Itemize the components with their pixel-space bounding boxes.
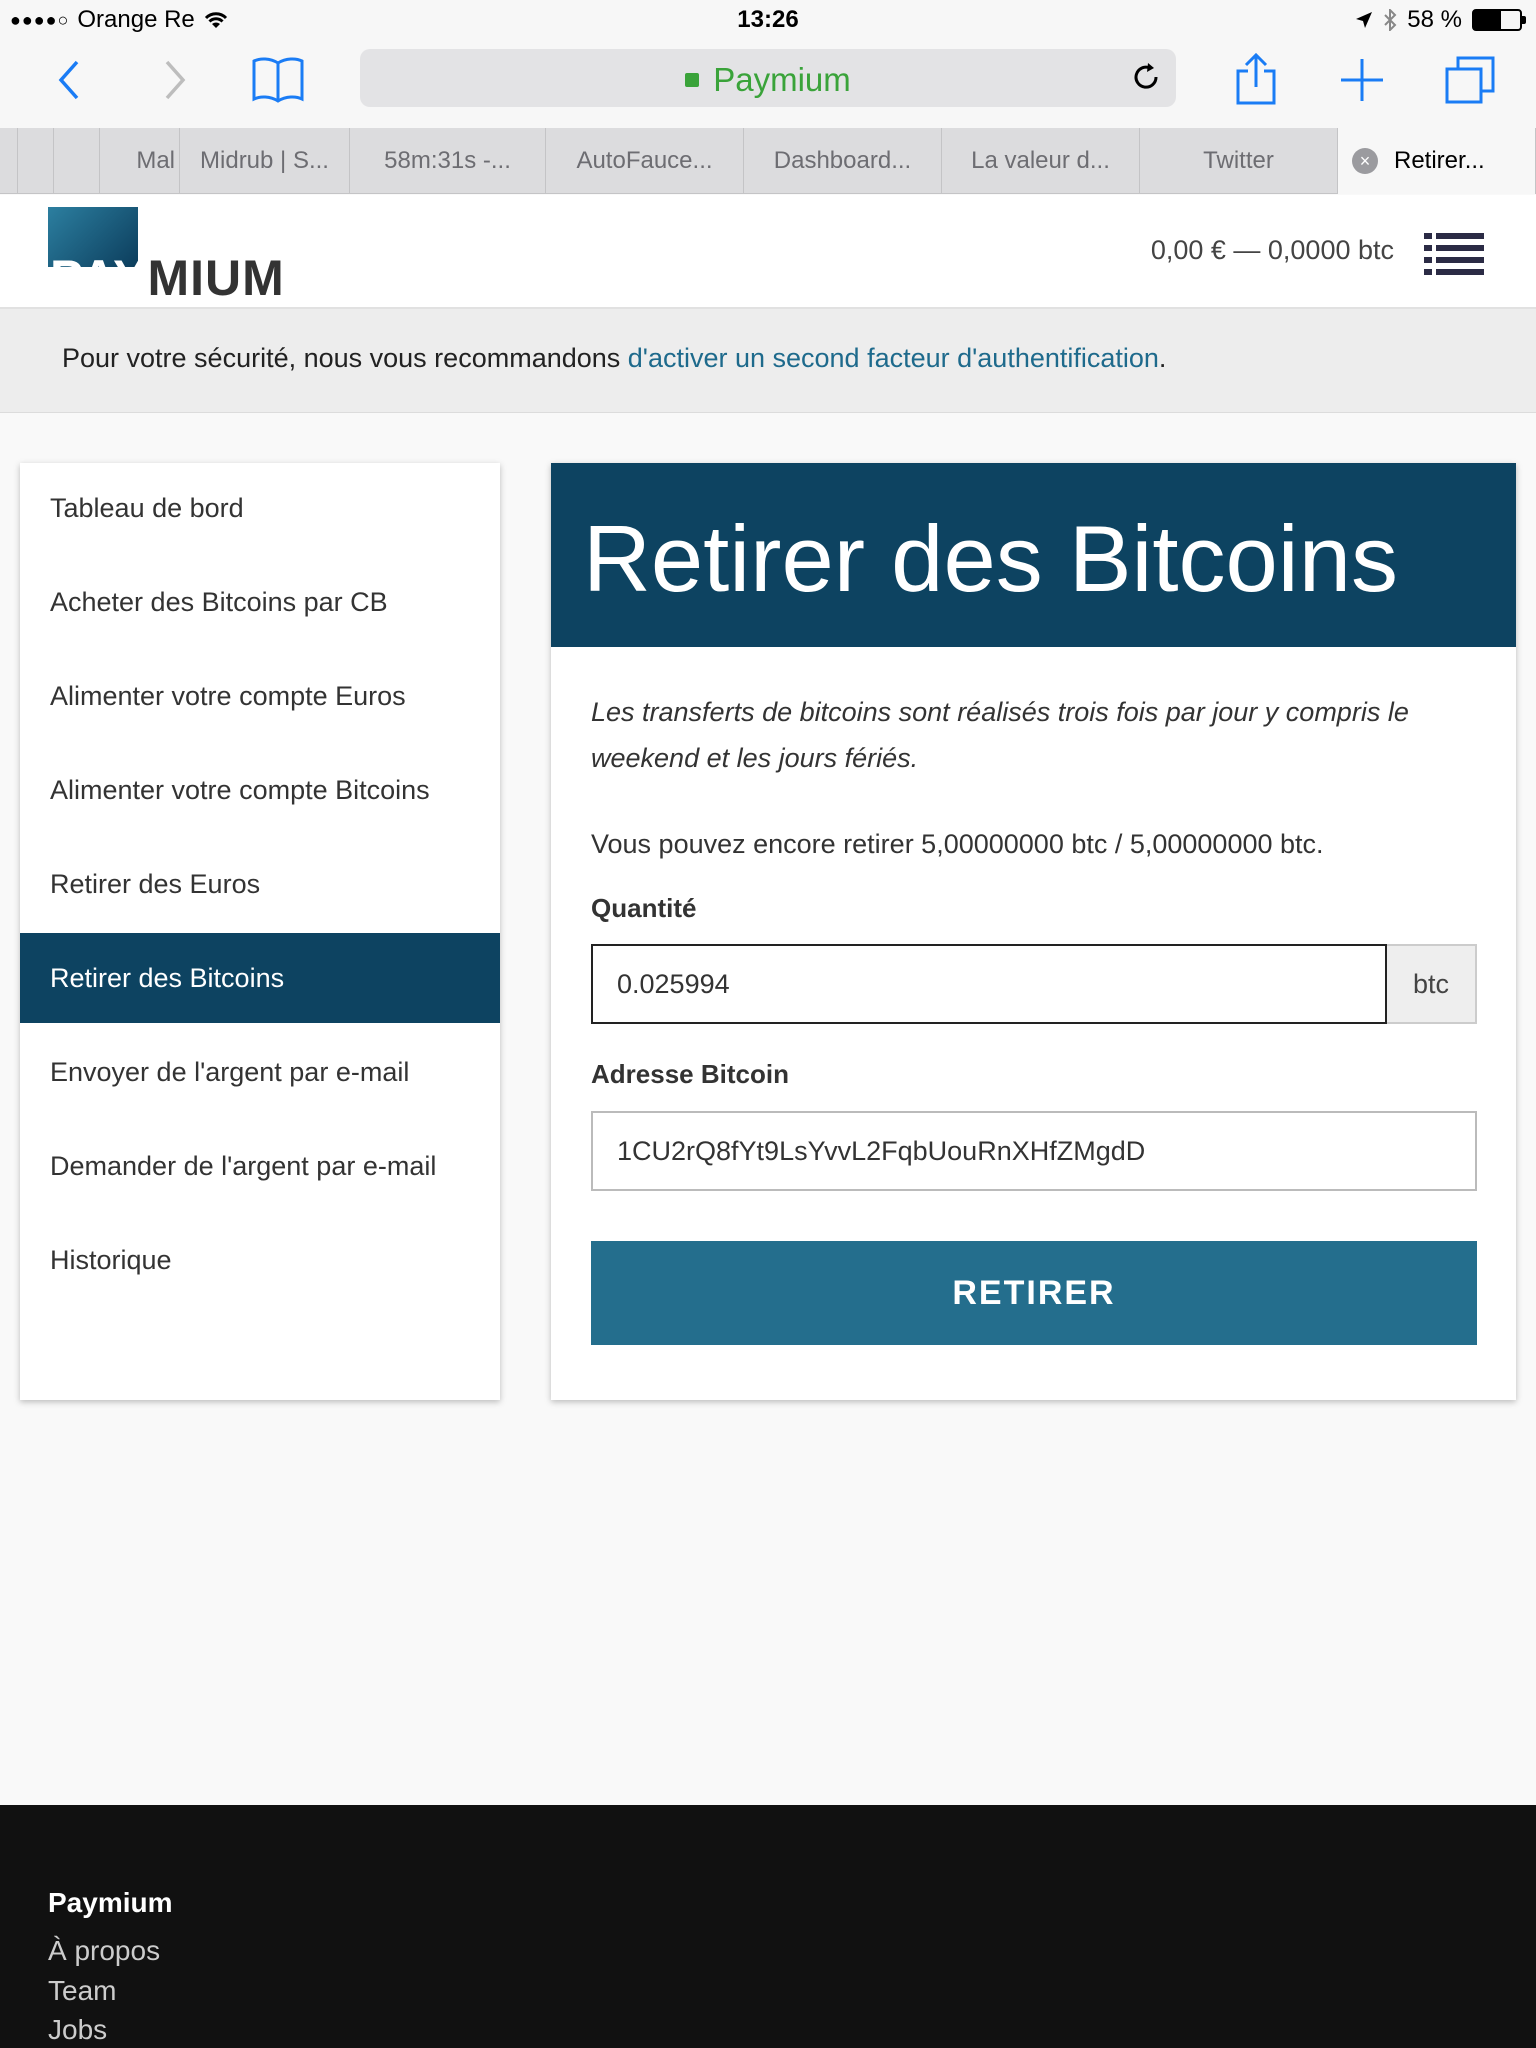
sidebar-item-withdraw-euros[interactable]: Retirer des Euros — [20, 839, 500, 929]
site-header: PAYMIUM 0,00 € — 0,0000 btc — [0, 195, 1536, 309]
status-bar: ●●●●○ Orange Re 13:26 58 % — [0, 0, 1536, 40]
url-display: Paymium — [360, 61, 1176, 99]
tab-label: Retirer... — [1394, 147, 1485, 174]
battery-percent: 58 % — [1407, 6, 1462, 33]
tab-label: Mal — [136, 147, 175, 174]
quantity-label: Quantité — [591, 893, 697, 923]
location-icon — [1356, 12, 1373, 28]
tab-item[interactable] — [18, 128, 54, 194]
tab-label: Dashboard... — [773, 147, 912, 174]
sidebar-nav: Tableau de bord Acheter des Bitcoins par… — [20, 463, 500, 1400]
site-footer: Paymium À propos Team Jobs — [0, 1805, 1536, 2048]
sidebar-item-request-money-email[interactable]: Demander de l'argent par e-mail — [20, 1121, 500, 1211]
sidebar-item-buy-bitcoins-card[interactable]: Acheter des Bitcoins par CB — [20, 557, 500, 647]
enable-2fa-link[interactable]: d'activer un second facteur d'authentifi… — [628, 343, 1159, 373]
quantity-group: 0.025994 btc — [591, 944, 1477, 1024]
tab-item[interactable]: Dashboard... — [744, 128, 942, 194]
sidebar-item-send-money-email[interactable]: Envoyer de l'argent par e-mail — [20, 1027, 500, 1117]
forward-button[interactable] — [144, 50, 204, 110]
lock-icon — [685, 73, 700, 88]
tab-strip: Mal Midrub | S... 58m:31s -... AutoFauce… — [0, 128, 1536, 194]
chevron-left-icon — [58, 60, 79, 100]
bitcoin-address-input[interactable]: 1CU2rQ8fYt9LsYvvL2FqbUouRnXHfZMgdD — [591, 1111, 1477, 1191]
footer-title: Paymium — [48, 1887, 173, 1918]
footer-link-jobs[interactable]: Jobs — [48, 2014, 107, 2046]
tab-label: La valeur d... — [971, 147, 1110, 174]
bookmarks-button[interactable] — [248, 50, 308, 110]
tab-item[interactable] — [0, 128, 18, 194]
close-tab-icon[interactable]: × — [1352, 148, 1378, 174]
account-balance: 0,00 € — 0,0000 btc — [1150, 235, 1394, 265]
tab-item[interactable] — [54, 128, 100, 194]
tabs-overview-button[interactable] — [1440, 50, 1500, 110]
plus-icon — [1341, 59, 1383, 101]
withdraw-card: Retirer des Bitcoins Les transferts de b… — [551, 463, 1516, 1400]
address-label: Adresse Bitcoin — [591, 1059, 789, 1089]
battery-level — [1474, 11, 1501, 29]
clock: 13:26 — [737, 6, 799, 33]
withdraw-button[interactable]: RETIRER — [591, 1241, 1477, 1345]
menu-list-icon[interactable] — [1424, 231, 1484, 279]
back-button[interactable] — [40, 50, 100, 110]
card-header: Retirer des Bitcoins — [551, 463, 1516, 647]
chevron-right-icon — [165, 60, 186, 100]
tab-item[interactable]: AutoFauce... — [546, 128, 744, 194]
tab-label: AutoFauce... — [576, 147, 713, 174]
bluetooth-icon — [1384, 9, 1397, 31]
page-title: Retirer des Bitcoins — [583, 506, 1398, 611]
banner-text: Pour votre sécurité, nous vous recommand… — [62, 343, 1167, 373]
new-tab-button[interactable] — [1332, 50, 1392, 110]
sidebar-item-dashboard[interactable]: Tableau de bord — [20, 463, 500, 553]
tabs-icon — [1445, 56, 1495, 104]
book-icon — [252, 57, 304, 103]
sidebar-item-history[interactable]: Historique — [20, 1215, 500, 1305]
tab-item[interactable]: Mal — [100, 128, 180, 194]
footer-link-about[interactable]: À propos — [48, 1935, 160, 1967]
tab-label: Midrub | S... — [200, 147, 329, 174]
footer-link-team[interactable]: Team — [48, 1975, 116, 2007]
tab-item-active[interactable]: × Retirer... — [1338, 128, 1536, 194]
tab-label: 58m:31s -... — [384, 147, 511, 174]
tab-item[interactable]: Twitter — [1140, 128, 1338, 194]
share-button[interactable] — [1226, 50, 1286, 110]
paymium-logo[interactable]: PAYMIUM — [48, 207, 288, 306]
tab-item[interactable]: Midrub | S... — [180, 128, 350, 194]
quantity-unit: btc — [1387, 944, 1477, 1024]
share-icon — [1236, 53, 1276, 105]
tab-item[interactable]: La valeur d... — [942, 128, 1140, 194]
browser-toolbar: Paymium — [0, 40, 1536, 128]
url-title: Paymium — [713, 61, 851, 98]
quantity-input[interactable]: 0.025994 — [591, 944, 1387, 1024]
battery-icon — [1472, 9, 1526, 31]
logo-text: PAYMIUM — [50, 250, 285, 306]
tab-item[interactable]: 58m:31s -... — [350, 128, 546, 194]
reload-icon[interactable] — [1130, 61, 1162, 93]
address-bar[interactable]: Paymium — [360, 49, 1176, 107]
sidebar-item-fund-euros[interactable]: Alimenter votre compte Euros — [20, 651, 500, 741]
status-right: 58 % — [1355, 6, 1526, 34]
sidebar-item-fund-bitcoins[interactable]: Alimenter votre compte Bitcoins — [20, 745, 500, 835]
transfer-info-text: Les transferts de bitcoins sont réalisés… — [591, 697, 1409, 773]
tab-label: Twitter — [1203, 147, 1274, 174]
security-banner: Pour votre sécurité, nous vous recommand… — [0, 309, 1536, 413]
remaining-limit-text: Vous pouvez encore retirer 5,00000000 bt… — [591, 829, 1324, 859]
sidebar-item-withdraw-bitcoins[interactable]: Retirer des Bitcoins — [20, 933, 500, 1023]
